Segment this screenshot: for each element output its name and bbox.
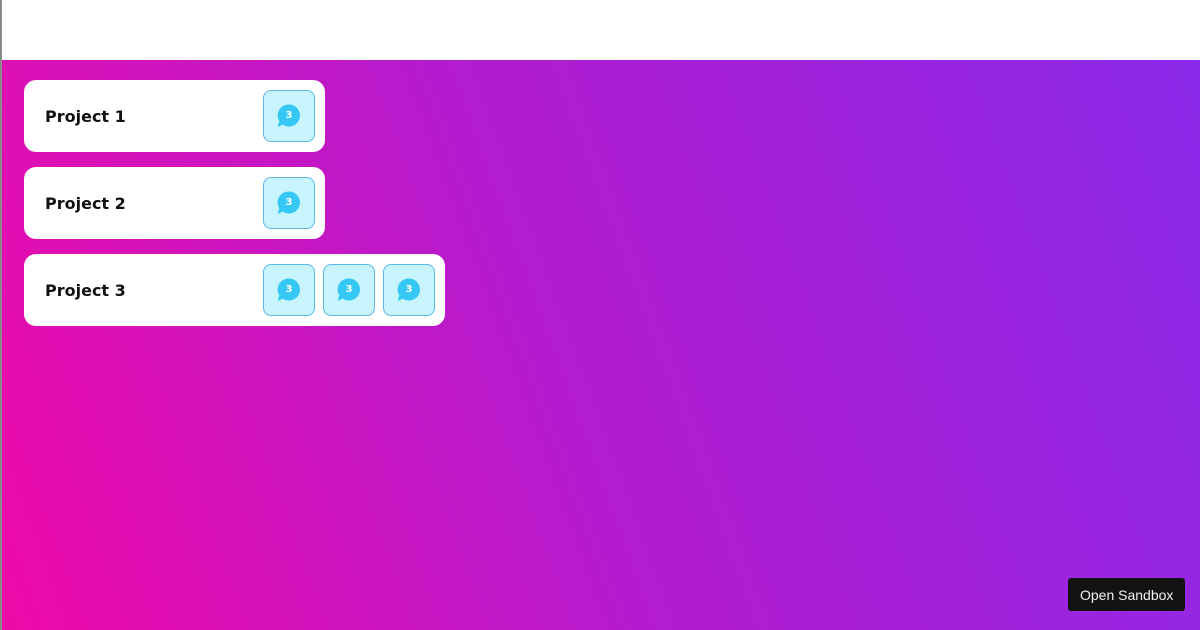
badge-group: 3: [263, 177, 315, 229]
top-bar: [0, 0, 1200, 60]
project-list: Project 1 3 Project 2 3 Project 3 3 3 3: [24, 80, 445, 326]
chat-bubble-icon: 3: [336, 277, 362, 303]
project-title: Project 2: [45, 193, 126, 213]
comment-count: 3: [345, 283, 353, 295]
comment-count: 3: [285, 109, 293, 121]
project-card: Project 3 3 3 3: [24, 254, 445, 326]
chat-bubble-icon: 3: [396, 277, 422, 303]
comment-badge[interactable]: 3: [263, 177, 315, 229]
project-card: Project 1 3: [24, 80, 325, 152]
comment-count: 3: [405, 283, 413, 295]
open-sandbox-button[interactable]: Open Sandbox: [1068, 578, 1186, 611]
chat-bubble-icon: 3: [276, 190, 302, 216]
badge-group: 3: [263, 90, 315, 142]
comment-badge[interactable]: 3: [323, 264, 375, 316]
badge-group: 3 3 3: [263, 264, 435, 316]
chat-bubble-icon: 3: [276, 103, 302, 129]
preview-stage: Project 1 3 Project 2 3 Project 3 3 3 3 …: [0, 60, 1200, 630]
comment-badge[interactable]: 3: [263, 90, 315, 142]
comment-count: 3: [285, 283, 293, 295]
comment-badge[interactable]: 3: [383, 264, 435, 316]
project-title: Project 3: [45, 280, 126, 300]
comment-badge[interactable]: 3: [263, 264, 315, 316]
chat-bubble-icon: 3: [276, 277, 302, 303]
project-card: Project 2 3: [24, 167, 325, 239]
comment-count: 3: [285, 196, 293, 208]
project-title: Project 1: [45, 106, 126, 126]
